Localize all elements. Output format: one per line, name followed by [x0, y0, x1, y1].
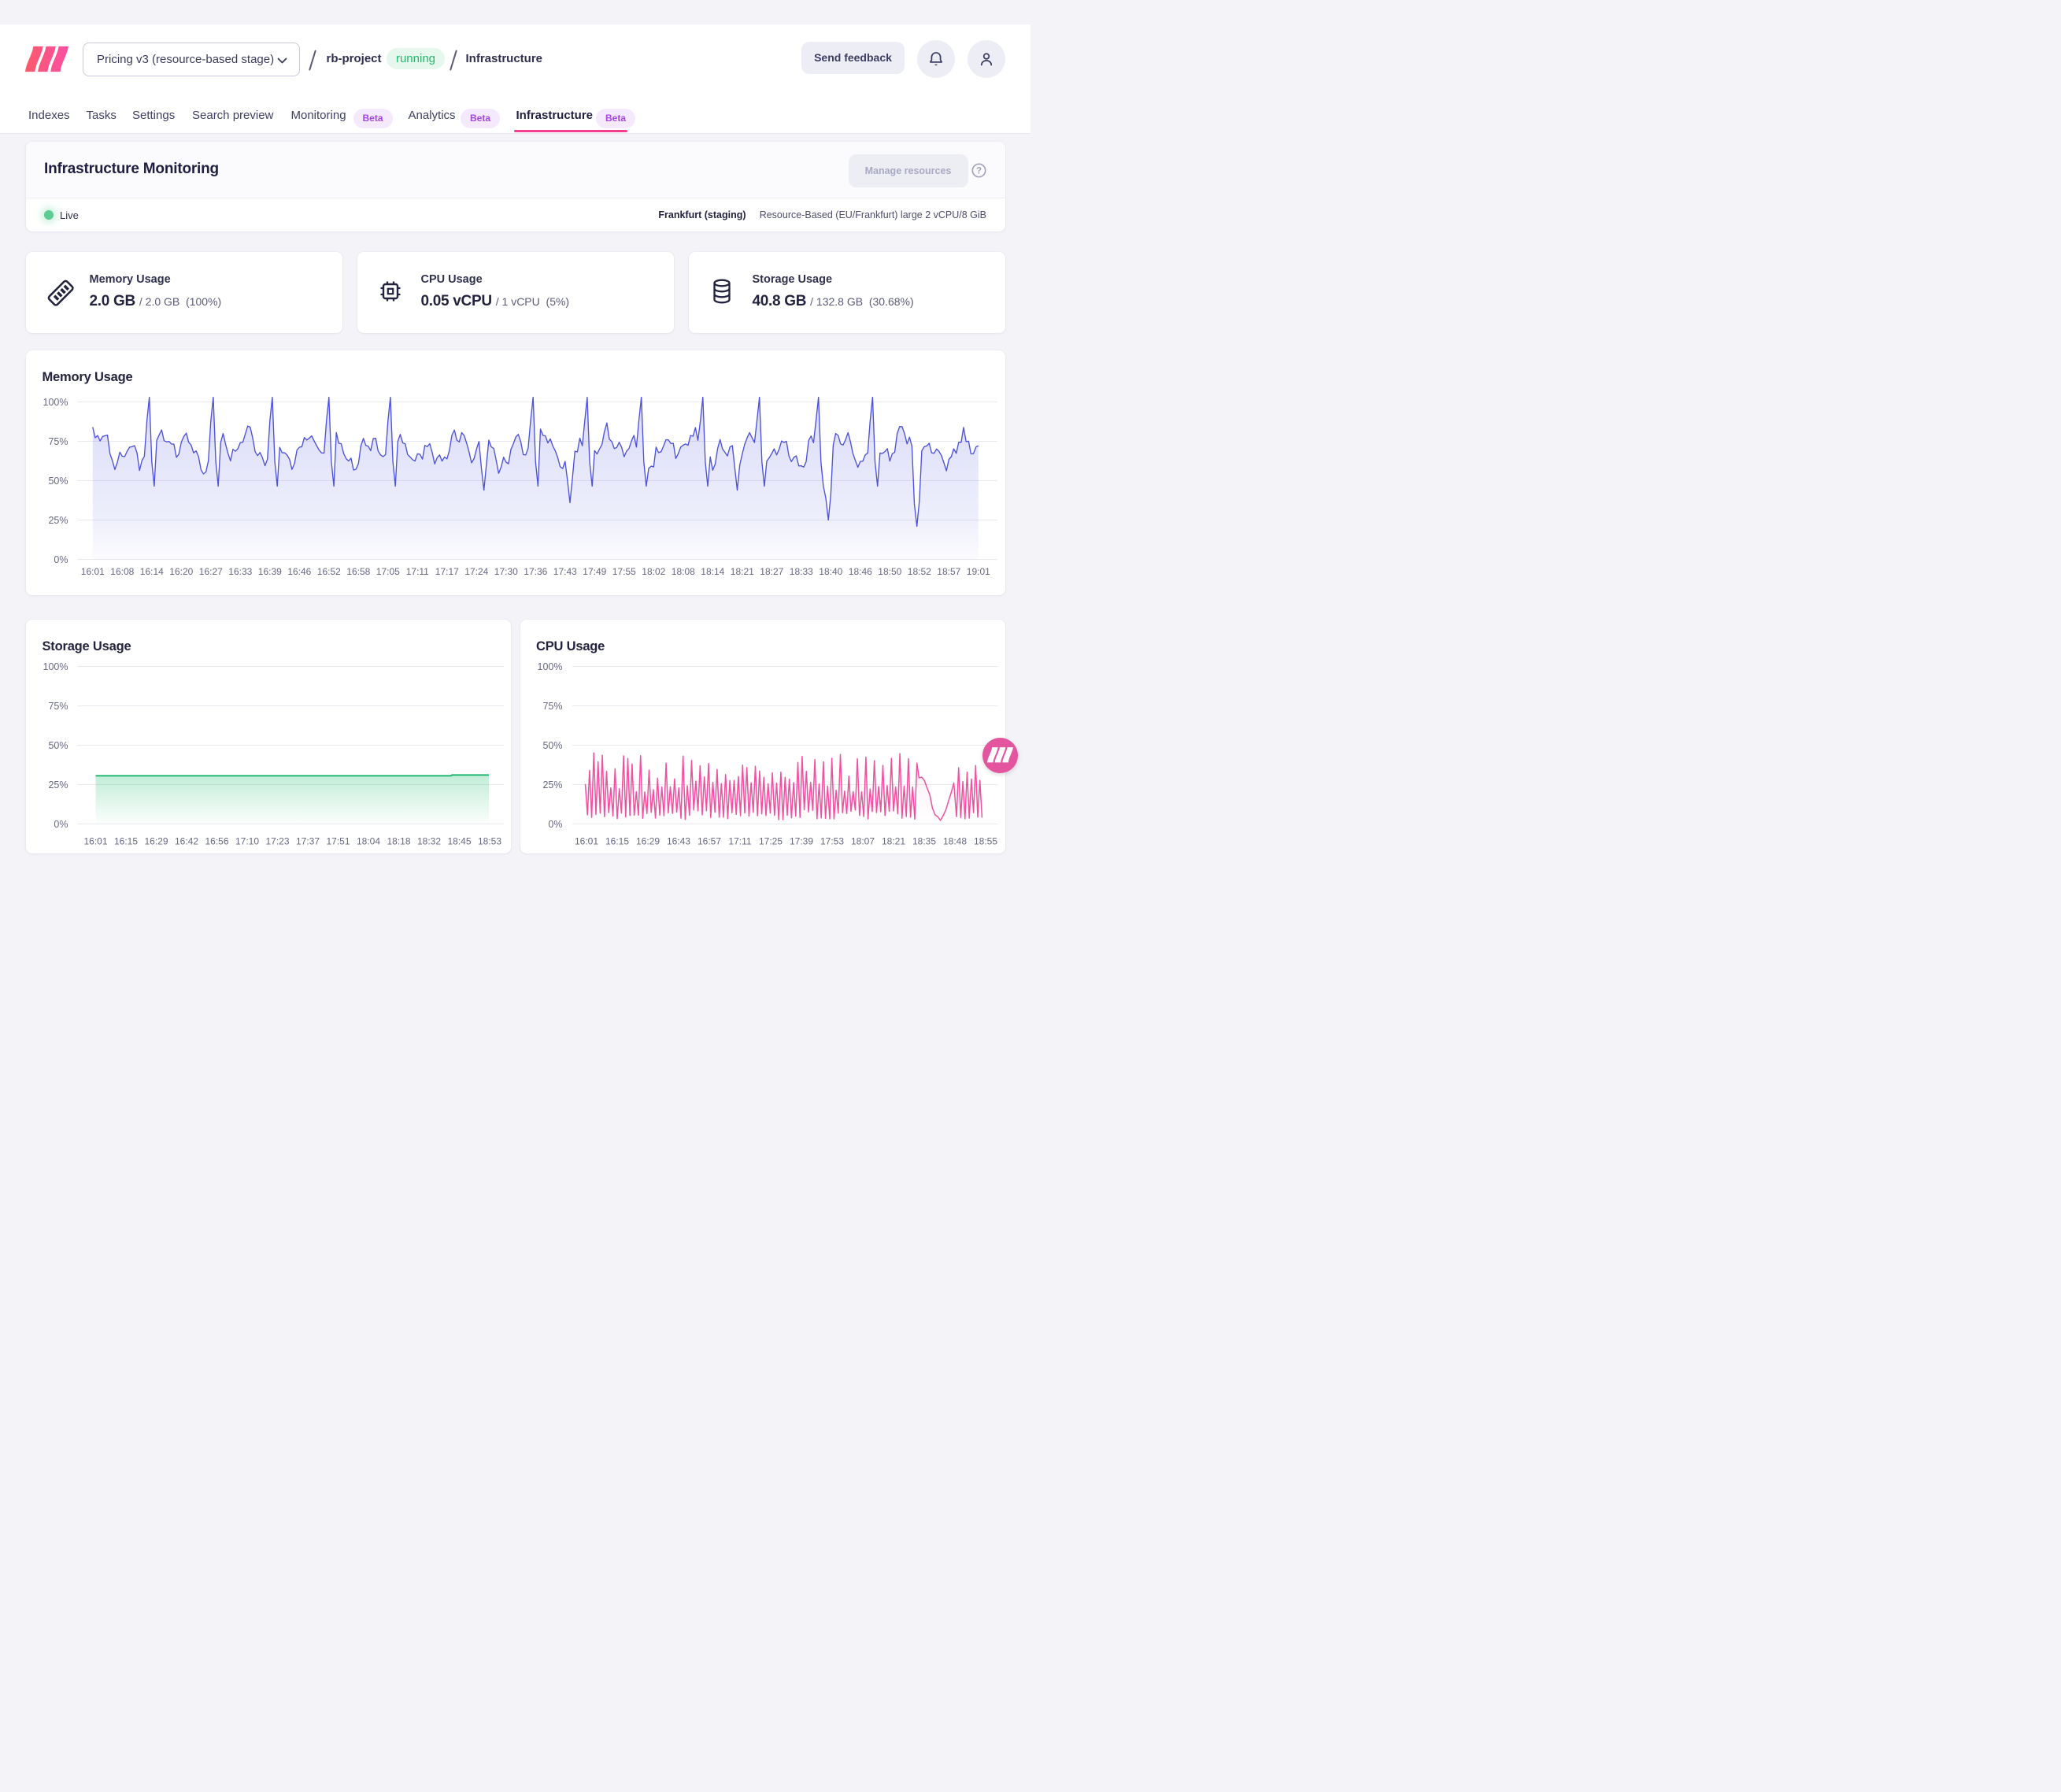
svg-text:17:30: 17:30 — [494, 566, 518, 577]
svg-text:16:52: 16:52 — [317, 566, 341, 577]
svg-text:18:32: 18:32 — [417, 835, 441, 846]
svg-text:16:29: 16:29 — [144, 835, 168, 846]
svg-text:18:04: 18:04 — [357, 835, 380, 846]
svg-text:18:27: 18:27 — [760, 566, 783, 577]
svg-text:17:11: 17:11 — [406, 566, 429, 577]
svg-text:17:10: 17:10 — [235, 835, 259, 846]
svg-text:17:36: 17:36 — [524, 566, 547, 577]
svg-text:18:52: 18:52 — [908, 566, 931, 577]
svg-text:17:53: 17:53 — [820, 835, 843, 846]
svg-text:17:51: 17:51 — [326, 835, 350, 846]
svg-text:75%: 75% — [48, 700, 68, 711]
svg-text:50%: 50% — [48, 739, 68, 750]
svg-text:100%: 100% — [43, 397, 68, 408]
svg-text:16:01: 16:01 — [574, 835, 598, 846]
svg-text:18:48: 18:48 — [942, 835, 966, 846]
svg-text:75%: 75% — [48, 436, 68, 447]
svg-text:17:17: 17:17 — [435, 566, 459, 577]
svg-text:16:20: 16:20 — [169, 566, 193, 577]
svg-text:17:43: 17:43 — [553, 566, 577, 577]
svg-text:16:27: 16:27 — [199, 566, 223, 577]
svg-text:17:24: 17:24 — [464, 566, 488, 577]
svg-text:16:01: 16:01 — [83, 835, 107, 846]
svg-text:18:14: 18:14 — [701, 566, 724, 577]
svg-text:18:45: 18:45 — [447, 835, 471, 846]
svg-text:17:49: 17:49 — [583, 566, 606, 577]
svg-text:18:46: 18:46 — [849, 566, 872, 577]
svg-text:16:43: 16:43 — [666, 835, 690, 846]
svg-text:18:18: 18:18 — [387, 835, 410, 846]
svg-text:16:33: 16:33 — [228, 566, 252, 577]
svg-text:18:53: 18:53 — [478, 835, 501, 846]
svg-text:18:40: 18:40 — [819, 566, 842, 577]
svg-text:16:14: 16:14 — [140, 566, 164, 577]
svg-text:17:55: 17:55 — [612, 566, 636, 577]
svg-text:25%: 25% — [48, 779, 68, 790]
svg-text:18:35: 18:35 — [912, 835, 935, 846]
svg-text:16:08: 16:08 — [110, 566, 134, 577]
svg-text:17:23: 17:23 — [265, 835, 289, 846]
svg-text:0%: 0% — [54, 554, 68, 565]
svg-text:17:39: 17:39 — [789, 835, 812, 846]
svg-text:16:01: 16:01 — [81, 566, 105, 577]
svg-text:18:07: 18:07 — [850, 835, 874, 846]
svg-text:18:57: 18:57 — [937, 566, 960, 577]
svg-text:0%: 0% — [54, 818, 68, 829]
svg-text:16:15: 16:15 — [605, 835, 628, 846]
svg-text:75%: 75% — [542, 700, 562, 711]
svg-text:16:58: 16:58 — [346, 566, 370, 577]
svg-text:18:55: 18:55 — [973, 835, 997, 846]
svg-text:16:42: 16:42 — [175, 835, 198, 846]
svg-text:16:46: 16:46 — [287, 566, 311, 577]
svg-text:16:29: 16:29 — [635, 835, 659, 846]
svg-text:50%: 50% — [48, 476, 68, 487]
svg-text:18:08: 18:08 — [672, 566, 695, 577]
svg-text:18:21: 18:21 — [881, 835, 905, 846]
svg-text:25%: 25% — [542, 779, 562, 790]
svg-text:100%: 100% — [537, 661, 562, 672]
svg-text:17:37: 17:37 — [296, 835, 320, 846]
svg-text:19:01: 19:01 — [967, 566, 990, 577]
svg-text:16:39: 16:39 — [258, 566, 282, 577]
svg-text:50%: 50% — [542, 739, 562, 750]
svg-text:16:57: 16:57 — [697, 835, 720, 846]
svg-text:17:11: 17:11 — [728, 835, 751, 846]
svg-text:100%: 100% — [43, 661, 68, 672]
svg-text:0%: 0% — [548, 818, 562, 829]
svg-text:17:25: 17:25 — [758, 835, 782, 846]
svg-text:16:56: 16:56 — [205, 835, 228, 846]
svg-text:?: ? — [975, 166, 981, 176]
svg-text:18:02: 18:02 — [642, 566, 665, 577]
svg-text:17:05: 17:05 — [376, 566, 400, 577]
svg-text:25%: 25% — [48, 515, 68, 526]
svg-text:18:21: 18:21 — [731, 566, 754, 577]
svg-text:18:33: 18:33 — [790, 566, 813, 577]
svg-text:18:50: 18:50 — [878, 566, 901, 577]
svg-text:16:15: 16:15 — [114, 835, 138, 846]
